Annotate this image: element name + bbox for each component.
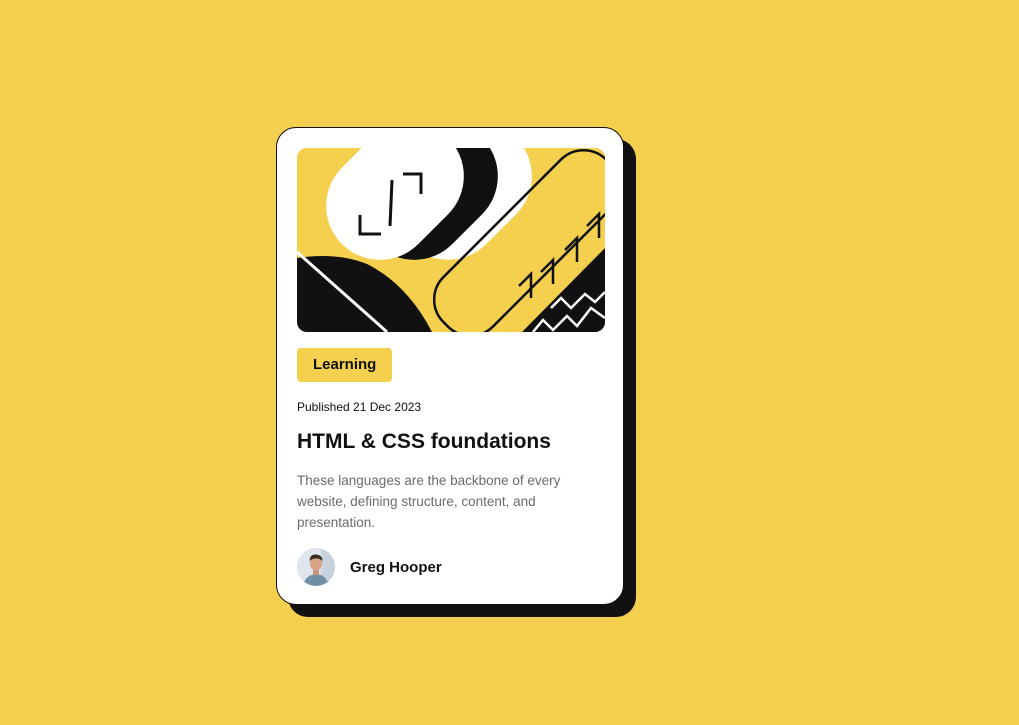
author-avatar	[297, 548, 335, 586]
author-info: Greg Hooper	[297, 548, 442, 586]
author-name: Greg Hooper	[350, 558, 442, 576]
blog-preview-card: Learning Published 21 Dec 2023 HTML & CS…	[276, 127, 624, 605]
card-title[interactable]: HTML & CSS foundations	[297, 430, 551, 454]
card-illustration	[297, 148, 605, 332]
card-description: These languages are the backbone of ever…	[297, 473, 561, 530]
category-tag[interactable]: Learning	[297, 348, 393, 382]
published-date: Published 21 Dec 2023	[297, 400, 422, 414]
